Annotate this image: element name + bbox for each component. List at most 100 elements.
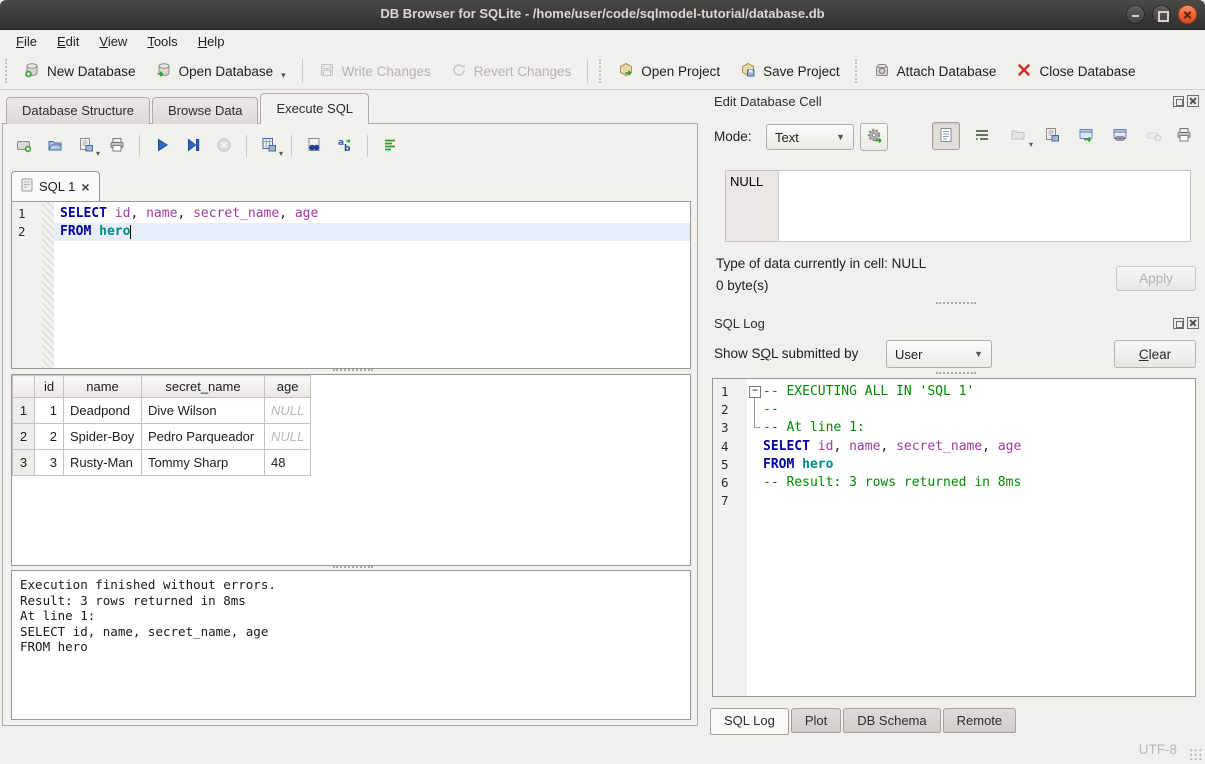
set-null-button[interactable] xyxy=(1140,122,1168,150)
float-dock-icon[interactable] xyxy=(1172,317,1184,329)
open-database-button[interactable]: Open Database ▾ xyxy=(146,57,296,86)
menu-view[interactable]: View xyxy=(89,31,137,52)
code-line[interactable]: -- Result: 3 rows returned in 8ms xyxy=(747,474,1195,492)
code-line[interactable]: FROM hero xyxy=(54,223,690,241)
print-cell-button[interactable] xyxy=(1170,122,1198,150)
table-cell[interactable]: Spider-Boy xyxy=(64,424,142,450)
row-header[interactable]: 1 xyxy=(13,398,35,424)
open-database-dropdown-icon[interactable]: ▾ xyxy=(281,70,286,81)
execute-current-line-button[interactable] xyxy=(180,133,206,159)
grid-header-age[interactable]: age xyxy=(265,376,311,398)
table-cell[interactable]: 2 xyxy=(35,424,64,450)
mode-select[interactable]: Text ▼ xyxy=(766,124,854,150)
close-dock-icon[interactable] xyxy=(1187,317,1199,329)
toolbar-drag-handle[interactable] xyxy=(599,59,603,83)
editor-code-area[interactable]: SELECT id, name, secret_name, ageFROM he… xyxy=(54,202,690,368)
auto-switch-mode-button[interactable] xyxy=(860,123,888,151)
revert-changes-button[interactable]: Revert Changes xyxy=(441,57,582,86)
close-button[interactable] xyxy=(1178,5,1197,24)
new-database-button[interactable]: New Database xyxy=(14,57,146,86)
print-button[interactable] xyxy=(104,133,130,159)
open-external-button[interactable] xyxy=(1072,122,1100,150)
menu-help[interactable]: Help xyxy=(188,31,235,52)
table-cell[interactable]: Tommy Sharp xyxy=(142,450,265,476)
apply-button[interactable]: Apply xyxy=(1116,266,1196,291)
minimize-button[interactable] xyxy=(1126,5,1145,24)
find-replace-button[interactable]: ab xyxy=(332,133,358,159)
stop-button[interactable] xyxy=(211,133,237,159)
float-dock-icon[interactable] xyxy=(1172,95,1184,107)
log-code-area[interactable]: -- EXECUTING ALL IN 'SQL 1'---- At line … xyxy=(747,379,1195,696)
save-sql-file-button[interactable]: ▾ xyxy=(73,133,99,159)
menu-tools[interactable]: Tools xyxy=(137,31,187,52)
code-line[interactable]: -- At line 1: xyxy=(747,419,1195,437)
format-button[interactable] xyxy=(377,133,403,159)
cell-editor[interactable]: NULL xyxy=(725,170,1191,242)
menu-edit[interactable]: Edit xyxy=(47,31,89,52)
splitter-grip[interactable] xyxy=(333,566,373,569)
save-results-button[interactable]: ▾ xyxy=(256,133,282,159)
dock-tab-db-schema[interactable]: DB Schema xyxy=(843,708,940,733)
cell-editor-input[interactable] xyxy=(779,171,1190,241)
import-file-button[interactable]: ▾ xyxy=(1004,122,1032,150)
grid-header-id[interactable]: id xyxy=(35,376,64,398)
tab-browse-data[interactable]: Browse Data xyxy=(152,97,258,124)
code-line[interactable]: FROM hero xyxy=(747,456,1195,474)
table-cell[interactable]: Deadpond xyxy=(64,398,142,424)
sql-tab-close-icon[interactable]: × xyxy=(81,181,89,193)
code-line[interactable] xyxy=(747,492,1195,510)
table-cell[interactable]: 48 xyxy=(265,450,311,476)
code-line[interactable]: SELECT id, name, secret_name, age xyxy=(747,438,1195,456)
code-line[interactable]: SELECT id, name, secret_name, age xyxy=(54,205,690,223)
table-cell[interactable]: Pedro Parqueador xyxy=(142,424,265,450)
toolbar-drag-handle[interactable] xyxy=(855,59,859,83)
table-cell[interactable]: NULL xyxy=(265,424,311,450)
titlebar[interactable]: DB Browser for SQLite - /home/user/code/… xyxy=(0,0,1205,30)
attach-database-button[interactable]: Attach Database xyxy=(864,57,1007,86)
table-cell[interactable]: 3 xyxy=(35,450,64,476)
save-sql-dropdown-icon[interactable]: ▾ xyxy=(96,149,100,158)
splitter-grip[interactable] xyxy=(333,369,373,372)
table-cell[interactable]: NULL xyxy=(265,398,311,424)
close-database-button[interactable]: Close Database xyxy=(1006,57,1145,86)
dock-tab-remote[interactable]: Remote xyxy=(943,708,1017,733)
row-header[interactable]: 3 xyxy=(13,450,35,476)
sql-editor[interactable]: 12 SELECT id, name, secret_name, ageFROM… xyxy=(11,201,691,369)
save-results-dropdown-icon[interactable]: ▾ xyxy=(279,149,283,158)
dock-tab-sql-log[interactable]: SQL Log xyxy=(710,708,789,735)
open-sql-file-button[interactable] xyxy=(42,133,68,159)
code-line[interactable]: -- xyxy=(747,401,1195,419)
text-mode-button[interactable] xyxy=(932,122,960,150)
dock-tab-plot[interactable]: Plot xyxy=(791,708,841,733)
find-button[interactable] xyxy=(301,133,327,159)
dock-splitter-grip[interactable] xyxy=(936,302,976,305)
toolbar-drag-handle[interactable] xyxy=(5,59,9,83)
close-dock-icon[interactable] xyxy=(1187,95,1199,107)
grid-header-secret-name[interactable]: secret_name xyxy=(142,376,265,398)
save-project-button[interactable]: Save Project xyxy=(730,57,850,86)
table-cell[interactable]: 1 xyxy=(35,398,64,424)
grid-header-name[interactable]: name xyxy=(64,376,142,398)
execute-all-button[interactable] xyxy=(149,133,175,159)
fold-marker-icon[interactable] xyxy=(747,383,763,401)
grid-corner-cell[interactable] xyxy=(13,376,35,398)
resize-grip[interactable] xyxy=(1189,748,1202,761)
dock-splitter-grip[interactable] xyxy=(936,372,976,375)
sql-log-view[interactable]: 1234567 -- EXECUTING ALL IN 'SQL 1'---- … xyxy=(712,378,1196,697)
open-project-button[interactable]: Open Project xyxy=(608,57,730,86)
word-wrap-button[interactable] xyxy=(968,122,996,150)
tab-execute-sql[interactable]: Execute SQL xyxy=(260,93,369,124)
sql-tab-1[interactable]: SQL 1 × xyxy=(11,171,100,201)
log-filter-select[interactable]: User ▼ xyxy=(886,340,992,368)
save-file-button[interactable] xyxy=(1038,122,1066,150)
link-button[interactable] xyxy=(1106,122,1134,150)
tab-database-structure[interactable]: Database Structure xyxy=(6,97,150,124)
row-header[interactable]: 2 xyxy=(13,424,35,450)
clear-button[interactable]: Clear xyxy=(1114,340,1196,368)
results-grid[interactable]: id name secret_name age 11DeadpondDive W… xyxy=(11,374,691,566)
write-changes-button[interactable]: Write Changes xyxy=(309,57,441,86)
execution-message-box[interactable]: Execution finished without errors. Resul… xyxy=(11,570,691,720)
table-cell[interactable]: Dive Wilson xyxy=(142,398,265,424)
table-cell[interactable]: Rusty-Man xyxy=(64,450,142,476)
code-line[interactable]: -- EXECUTING ALL IN 'SQL 1' xyxy=(747,383,1195,401)
